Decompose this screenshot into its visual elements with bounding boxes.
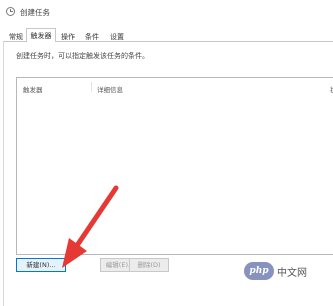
title-bar: 创建任务 xyxy=(0,0,333,24)
triggers-description: 创建任务时，可以指定触发该任务的条件。 xyxy=(16,52,149,60)
php-logo-badge: php xyxy=(244,262,274,280)
new-trigger-button[interactable]: 新建(N)... xyxy=(16,258,66,272)
trigger-list[interactable]: 触发器 详细信息 状 xyxy=(16,77,333,255)
column-separator[interactable] xyxy=(91,82,92,92)
tab-triggers[interactable]: 触发器 xyxy=(26,28,56,42)
tab-general[interactable]: 常规 xyxy=(6,30,26,42)
tab-conditions[interactable]: 条件 xyxy=(81,30,103,42)
column-header-details[interactable]: 详细信息 xyxy=(97,84,123,94)
window-title: 创建任务 xyxy=(20,8,50,17)
column-header-trigger[interactable]: 触发器 xyxy=(23,84,43,94)
tab-settings[interactable]: 设置 xyxy=(106,30,128,42)
php-cn-watermark: php 中文网 xyxy=(244,262,307,280)
watermark-text: 中文网 xyxy=(277,267,307,279)
delete-trigger-button[interactable]: 删除(D) xyxy=(129,258,169,272)
tab-actions[interactable]: 操作 xyxy=(57,30,79,42)
task-scheduler-icon xyxy=(6,7,15,16)
